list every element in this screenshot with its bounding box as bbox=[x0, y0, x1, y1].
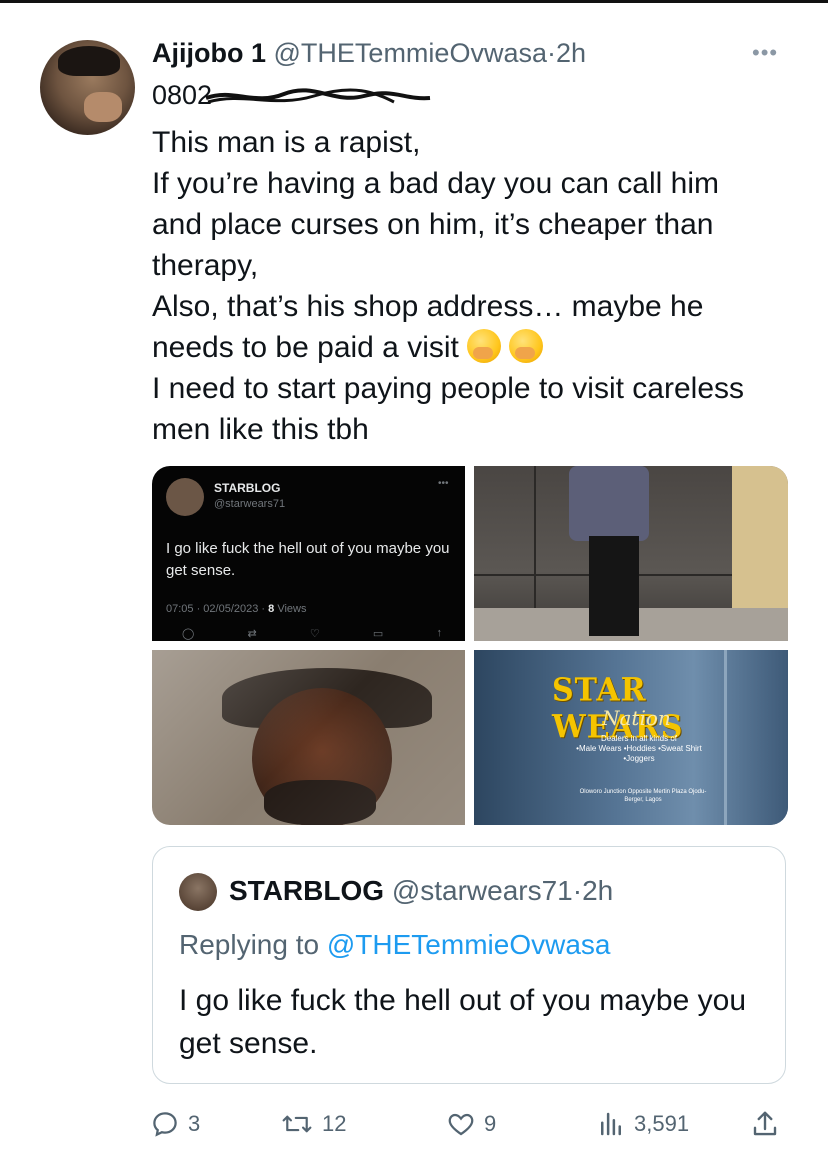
author-handle[interactable]: @THETemmieOvwasa bbox=[274, 38, 547, 68]
quoted-separator: · bbox=[572, 875, 583, 906]
quoted-text: I go like fuck the hell out of you maybe… bbox=[179, 984, 746, 1060]
tweet-line-with-emoji: needs to be paid a visit bbox=[152, 327, 802, 368]
sign-line: •Male Wears •Hoddies •Sweat Shirt bbox=[576, 744, 702, 753]
redaction-scribble bbox=[205, 88, 431, 104]
media-grid: STARBLOG @starwears71 ••• I go like fuck… bbox=[152, 466, 788, 825]
more-options-icon[interactable]: ••• bbox=[752, 40, 778, 66]
share-button[interactable] bbox=[750, 1106, 788, 1142]
tweet-line: needs to be paid a visit bbox=[152, 331, 459, 364]
header-separator: · bbox=[546, 38, 556, 68]
hand-over-mouth-emoji-icon bbox=[508, 329, 543, 363]
replying-handle-link[interactable]: @THETemmieOvwasa bbox=[327, 929, 611, 960]
views-chart-icon bbox=[601, 1112, 621, 1136]
photo-filter bbox=[152, 650, 465, 825]
quoted-author-name: STARBLOG bbox=[229, 875, 385, 906]
reply-count: 3 bbox=[188, 1111, 201, 1136]
sign-line: Dealers in all kinds of bbox=[600, 734, 678, 743]
tweet-line: therapy, bbox=[152, 249, 259, 282]
embedded-actions: ◯ ⇄ ♡ ▭ ↑ bbox=[182, 627, 442, 641]
tweet-line: men like this tbh bbox=[152, 413, 369, 446]
embedded-handle: @starwears71 bbox=[214, 498, 286, 510]
top-divider bbox=[0, 0, 828, 3]
share-icon bbox=[753, 1111, 777, 1136]
media-photo-shop-sign[interactable]: STAR WEARS Nation Dealers in all kinds o… bbox=[474, 650, 788, 825]
retweet-button[interactable]: 12 bbox=[280, 1106, 346, 1142]
tweet-text: This man is a rapist, If you’re having a… bbox=[152, 122, 802, 450]
replying-to: Replying to @THETemmieOvwasa bbox=[179, 929, 610, 961]
replying-prefix: Replying to bbox=[179, 929, 327, 960]
sign-address: Oloworo Junction Opposite Mertin Plaza O… bbox=[579, 789, 707, 803]
avatar-hand bbox=[84, 92, 122, 122]
embedded-like-icon: ♡ bbox=[309, 628, 320, 640]
quoted-header: STARBLOG @starwears71·2h bbox=[229, 875, 613, 907]
embedded-share-icon: ↑ bbox=[436, 627, 443, 639]
author-name[interactable]: Ajijobo 1 bbox=[152, 38, 266, 68]
tweet-line: Also, that’s his shop address… maybe he bbox=[152, 290, 704, 323]
avatar-hair bbox=[58, 46, 120, 76]
retweet-icon bbox=[282, 1115, 312, 1133]
quoted-tweet-card[interactable]: STARBLOG @starwears71·2h Replying to @TH… bbox=[152, 846, 786, 1084]
embedded-more-icon: ••• bbox=[438, 478, 449, 489]
views-button[interactable]: 3,591 bbox=[596, 1106, 689, 1142]
heart-icon bbox=[448, 1113, 474, 1136]
like-count: 9 bbox=[484, 1111, 497, 1136]
embedded-meta: 07:05 · 02/05/2023 · 8 Views bbox=[166, 603, 306, 615]
author-avatar[interactable] bbox=[40, 40, 135, 135]
embedded-name: STARBLOG bbox=[214, 481, 281, 495]
like-button[interactable]: 9 bbox=[446, 1106, 496, 1142]
sign-subtitle: Nation bbox=[602, 706, 671, 730]
views-count: 3,591 bbox=[634, 1111, 690, 1136]
action-bar: 3 12 9 3,591 bbox=[150, 1106, 790, 1142]
media-screenshot-tweet[interactable]: STARBLOG @starwears71 ••• I go like fuck… bbox=[152, 466, 465, 641]
embedded-text: I go like fuck the hell out of you maybe… bbox=[166, 540, 450, 579]
photo-trousers bbox=[589, 536, 639, 636]
embedded-avatar bbox=[166, 478, 204, 516]
media-photo-selfie[interactable] bbox=[152, 650, 465, 825]
embedded-meta-time: 07:05 · 02/05/2023 · bbox=[166, 603, 269, 615]
embedded-bookmark-icon: ▭ bbox=[372, 628, 384, 640]
tweet-line: If you’re having a bad day you can call … bbox=[152, 167, 719, 200]
reply-icon bbox=[153, 1112, 177, 1137]
embedded-reply-icon: ◯ bbox=[182, 628, 195, 640]
hand-over-mouth-emoji-icon bbox=[466, 329, 501, 363]
media-photo-man-standing[interactable] bbox=[474, 466, 788, 641]
retweet-count: 12 bbox=[322, 1111, 347, 1136]
tweet-line: This man is a rapist, bbox=[152, 126, 421, 159]
quoted-author-handle: @starwears71 bbox=[391, 875, 573, 906]
embedded-retweet-icon: ⇄ bbox=[247, 628, 257, 640]
tweet-line: and place curses on him, it’s cheaper th… bbox=[152, 208, 714, 241]
sign-line: •Joggers bbox=[623, 754, 655, 763]
quoted-time: 2h bbox=[582, 875, 614, 906]
tweet-time[interactable]: 2h bbox=[556, 38, 586, 68]
reply-button[interactable]: 3 bbox=[150, 1106, 200, 1142]
photo-shirt bbox=[569, 466, 649, 541]
embedded-views-label: Views bbox=[274, 603, 307, 615]
tweet-header: Ajijobo 1 @THETemmieOvwasa·2h bbox=[152, 38, 586, 69]
sign-details: Dealers in all kinds of •Male Wears •Hod… bbox=[564, 734, 714, 764]
tweet-line: I need to start paying people to visit c… bbox=[152, 372, 745, 405]
quoted-avatar[interactable] bbox=[179, 873, 217, 911]
